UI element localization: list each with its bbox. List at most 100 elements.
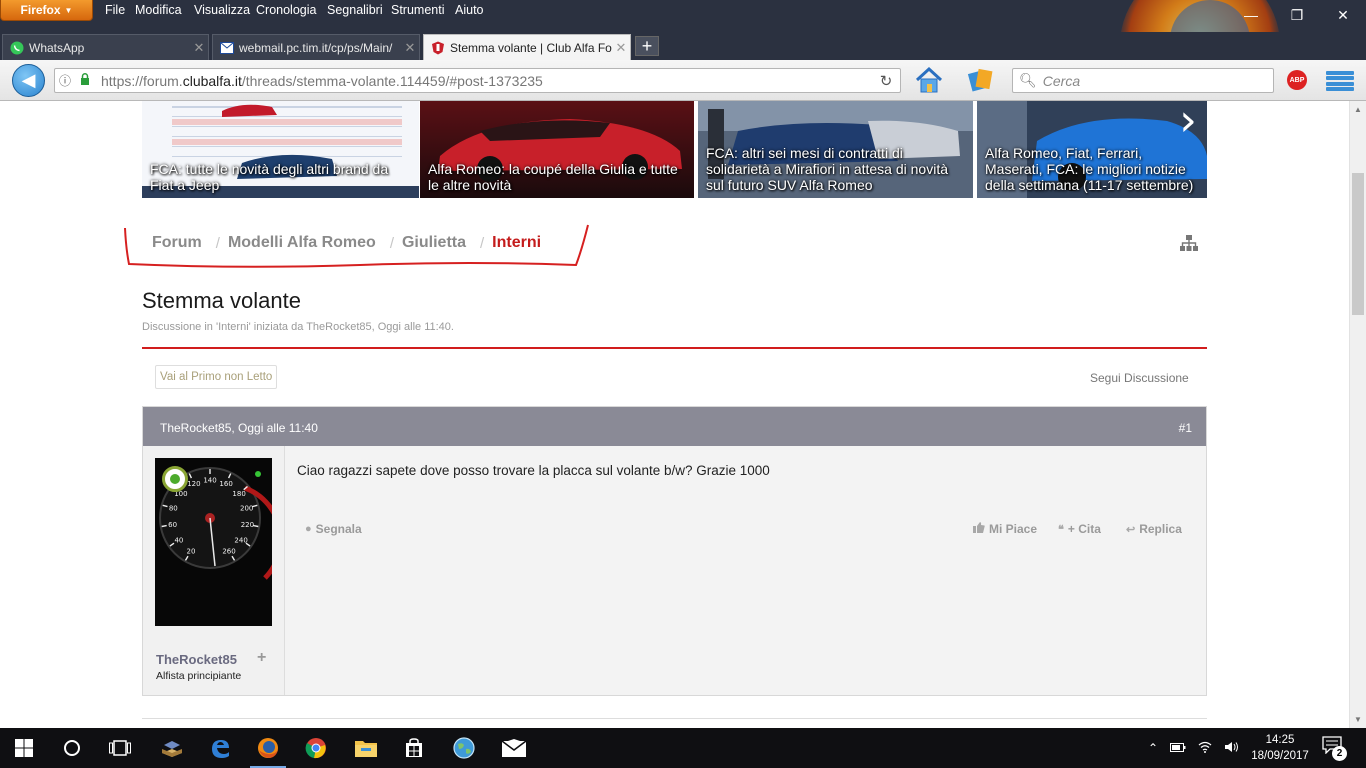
- user-rank: Alfista principiante: [156, 670, 242, 682]
- cortana-search-icon[interactable]: [48, 728, 96, 768]
- speedo-label: 140: [203, 477, 216, 485]
- speedo-label: 180: [232, 490, 245, 498]
- slide-caption: FCA: altri sei mesi di contratti di soli…: [706, 145, 949, 193]
- tab-title: webmail.pc.tim.it/cp/ps/Main/: [239, 40, 393, 55]
- earth-app-icon[interactable]: [440, 728, 488, 768]
- store-icon[interactable]: [390, 728, 438, 768]
- report-button[interactable]: ● Segnala: [305, 522, 362, 536]
- speedo-label: 160: [219, 480, 232, 488]
- minimize-icon[interactable]: —: [1228, 0, 1274, 30]
- vertical-scrollbar[interactable]: ▲ ▼: [1349, 101, 1366, 728]
- adblock-label: ABP: [1289, 76, 1305, 84]
- info-icon[interactable]: ⓘ: [55, 72, 75, 89]
- tab-webmail[interactable]: webmail.pc.tim.it/cp/ps/Main/ ✕: [212, 34, 420, 60]
- task-view-icon[interactable]: [96, 728, 144, 768]
- chevron-down-icon: ▼: [64, 5, 73, 15]
- tab-stemma-volante[interactable]: Stemma volante | Club Alfa Fo ✕: [423, 34, 631, 60]
- chevron-up-icon[interactable]: ⌃: [1148, 741, 1158, 755]
- url-host: clubalfa.it: [182, 72, 242, 89]
- navigation-toolbar: ◀ ⓘ https://forum.clubalfa.it/threads/st…: [0, 60, 1366, 101]
- menu-aiuto[interactable]: Aiuto: [455, 3, 484, 17]
- edge-icon[interactable]: [196, 728, 244, 768]
- adblock-icon[interactable]: ABP: [1287, 70, 1307, 90]
- speedo-label: 80: [169, 505, 178, 513]
- clock-time: 14:25: [1265, 734, 1295, 746]
- url-text: https://forum.clubalfa.it/threads/stemma…: [101, 73, 872, 89]
- menu-segnalibri[interactable]: Segnalibri: [327, 3, 383, 17]
- mail-app-icon[interactable]: [490, 728, 538, 768]
- red-annotation-scribble: [124, 224, 589, 268]
- url-bar[interactable]: ⓘ https://forum.clubalfa.it/threads/stem…: [54, 68, 901, 93]
- speedo-label: 240: [234, 536, 247, 544]
- first-unread-button[interactable]: Vai al Primo non Letto: [155, 365, 278, 389]
- chrome-icon[interactable]: [292, 728, 340, 768]
- slide-caption: FCA: tutte le novità degli altri brand d…: [150, 161, 389, 193]
- home-icon[interactable]: [914, 66, 944, 94]
- tab-close-icon[interactable]: ✕: [190, 40, 208, 56]
- carousel-slide[interactable]: Alfa Romeo: la coupé della Giulia e tutt…: [420, 101, 694, 198]
- carousel-slide[interactable]: FCA: altri sei mesi di contratti di soli…: [698, 101, 973, 198]
- volume-icon[interactable]: [1224, 741, 1240, 756]
- speedo-label: 20: [187, 547, 196, 555]
- battery-icon[interactable]: [1170, 741, 1186, 755]
- hamburger-menu-icon[interactable]: [1325, 68, 1355, 94]
- avatar[interactable]: 20 40 60 80 100 120 140 160 180 200 220 240 260: [155, 458, 272, 626]
- window-controls: — ❐ ✕: [1228, 0, 1366, 30]
- thread-title: Stemma volante: [142, 288, 301, 313]
- slide-caption: Alfa Romeo: la coupé della Giulia e tutt…: [428, 161, 678, 193]
- thumbs-up-icon: [973, 522, 985, 536]
- page-viewport: FCA: tutte le novità degli altri brand d…: [0, 101, 1349, 728]
- file-explorer-icon[interactable]: [342, 728, 390, 768]
- reply-label: Replica: [1139, 522, 1182, 536]
- alert-icon: ●: [305, 523, 312, 535]
- clock-date: 18/09/2017: [1251, 750, 1309, 762]
- firefox-app-label: Firefox: [20, 3, 61, 17]
- firefox-taskbar-icon[interactable]: [244, 728, 292, 768]
- chevron-right-icon[interactable]: ›: [1170, 101, 1206, 151]
- like-button[interactable]: Mi Piace: [973, 522, 1037, 536]
- new-tab-button[interactable]: +: [635, 36, 659, 56]
- tab-close-icon[interactable]: ✕: [612, 40, 630, 56]
- url-path: /threads/stemma-volante.114459/#post-137…: [241, 72, 543, 89]
- bookmarks-icon[interactable]: [966, 66, 996, 94]
- mail-icon: [219, 40, 235, 56]
- wifi-icon[interactable]: [1198, 741, 1212, 756]
- scroll-up-icon[interactable]: ▲: [1350, 105, 1366, 114]
- tab-close-icon[interactable]: ✕: [401, 40, 419, 56]
- scroll-down-icon[interactable]: ▼: [1350, 715, 1366, 724]
- scrollbar-thumb[interactable]: [1352, 173, 1364, 315]
- sitemap-icon[interactable]: [1180, 235, 1198, 251]
- search-icon: 🔍︎: [1019, 72, 1037, 88]
- online-status-icon: [162, 466, 188, 492]
- windows-start-icon[interactable]: [0, 728, 48, 768]
- menu-modifica[interactable]: Modifica: [135, 3, 182, 17]
- menu-file[interactable]: File: [105, 3, 125, 17]
- menu-strumenti[interactable]: Strumenti: [391, 3, 445, 17]
- speedo-label: 200: [240, 505, 253, 513]
- tab-title: Stemma volante | Club Alfa Fo: [450, 40, 612, 55]
- speedo-label: 120: [187, 480, 200, 488]
- restore-icon[interactable]: ❐: [1274, 0, 1320, 30]
- menu-visualizza[interactable]: Visualizza: [194, 3, 250, 17]
- search-input[interactable]: 🔍︎ Cerca: [1012, 68, 1274, 93]
- follow-thread-link[interactable]: Segui Discussione: [1090, 371, 1189, 385]
- menu-cronologia[interactable]: Cronologia: [256, 3, 316, 17]
- quote-button[interactable]: ❝ + Cita: [1058, 522, 1101, 536]
- arrow-left-icon: ◀: [21, 70, 36, 90]
- like-label: Mi Piace: [989, 522, 1038, 536]
- post-author-date[interactable]: TheRocket85, Oggi alle 11:40: [160, 421, 318, 435]
- post-username[interactable]: TheRocket85: [156, 652, 237, 667]
- reply-button[interactable]: ↩ Replica: [1126, 522, 1182, 536]
- plus-icon[interactable]: +: [257, 649, 266, 667]
- tab-whatsapp[interactable]: WhatsApp ✕: [2, 34, 209, 60]
- post-permalink[interactable]: #1: [1179, 421, 1192, 435]
- taskbar-clock[interactable]: 14:25 18/09/2017: [1248, 732, 1312, 764]
- reload-icon[interactable]: ↻: [872, 72, 900, 90]
- close-icon[interactable]: ✕: [1320, 0, 1366, 30]
- firefox-app-button[interactable]: Firefox ▼: [0, 0, 93, 21]
- back-button[interactable]: ◀: [12, 64, 45, 97]
- books-app-icon[interactable]: [148, 728, 196, 768]
- quote-icon: ❝: [1058, 523, 1064, 536]
- clubalfa-icon: [430, 40, 446, 56]
- carousel-slide[interactable]: FCA: tutte le novità degli altri brand d…: [142, 101, 419, 198]
